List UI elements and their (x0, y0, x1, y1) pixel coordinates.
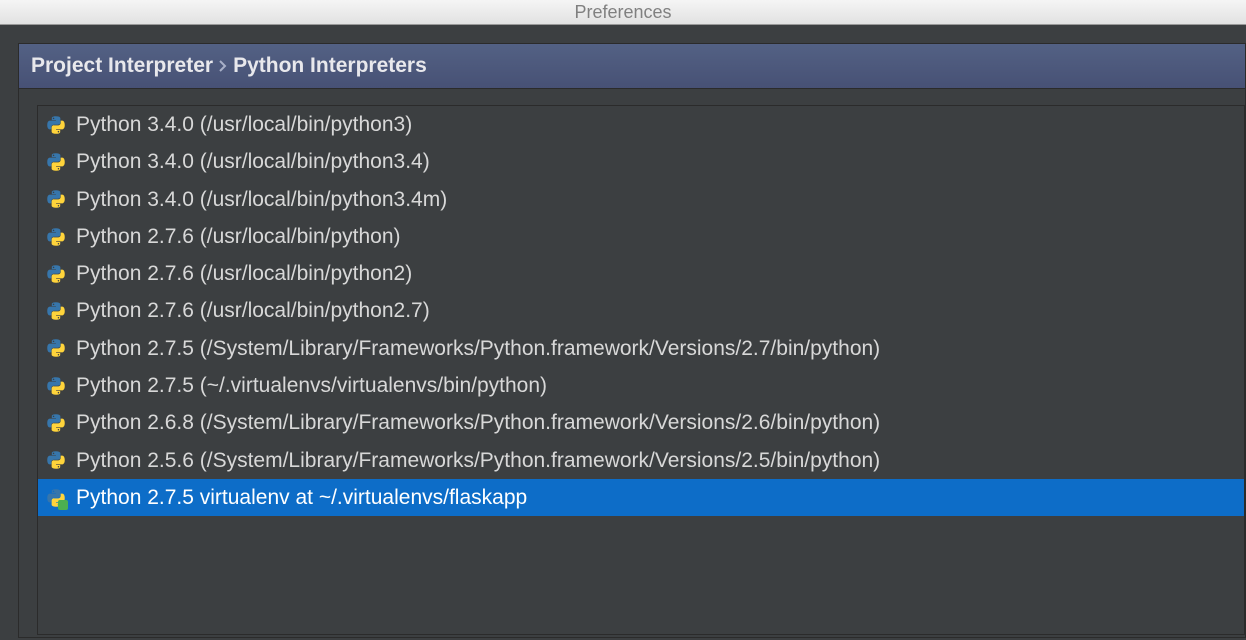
python-icon (46, 152, 66, 172)
python-icon (46, 338, 66, 358)
interpreter-label: Python 2.5.6 (/System/Library/Frameworks… (76, 447, 880, 474)
interpreter-label: Python 2.7.5 virtualenv at ~/.virtualenv… (76, 484, 527, 511)
preferences-panel: Project Interpreter Python Interpreters … (18, 43, 1246, 638)
chevron-right-icon (219, 60, 227, 72)
python-icon (46, 413, 66, 433)
interpreter-row[interactable]: Python 2.7.5 (/System/Library/Frameworks… (38, 330, 1244, 367)
interpreter-row[interactable]: Python 3.4.0 (/usr/local/bin/python3) (38, 106, 1244, 143)
interpreter-row[interactable]: Python 2.6.8 (/System/Library/Frameworks… (38, 404, 1244, 441)
breadcrumb-part-1[interactable]: Project Interpreter (31, 54, 213, 78)
interpreter-row[interactable]: Python 2.7.6 (/usr/local/bin/python) (38, 218, 1244, 255)
interpreter-label: Python 3.4.0 (/usr/local/bin/python3) (76, 111, 412, 138)
python-virtualenv-icon (46, 488, 66, 508)
interpreter-label: Python 2.6.8 (/System/Library/Frameworks… (76, 409, 880, 436)
python-icon (46, 227, 66, 247)
interpreter-row[interactable]: Python 2.7.5 (~/.virtualenvs/virtualenvs… (38, 367, 1244, 404)
interpreter-row[interactable]: Python 2.7.6 (/usr/local/bin/python2.7) (38, 292, 1244, 329)
python-icon (46, 189, 66, 209)
interpreter-label: Python 2.7.6 (/usr/local/bin/python) (76, 223, 401, 250)
interpreter-list: Python 3.4.0 (/usr/local/bin/python3) Py… (37, 105, 1245, 635)
python-icon (46, 264, 66, 284)
python-icon (46, 450, 66, 470)
interpreter-row[interactable]: Python 2.5.6 (/System/Library/Frameworks… (38, 442, 1244, 479)
interpreter-row[interactable]: Python 2.7.6 (/usr/local/bin/python2) (38, 255, 1244, 292)
interpreter-row[interactable]: Python 2.7.5 virtualenv at ~/.virtualenv… (38, 479, 1244, 516)
interpreter-row[interactable]: Python 3.4.0 (/usr/local/bin/python3.4m) (38, 181, 1244, 218)
interpreter-label: Python 2.7.6 (/usr/local/bin/python2) (76, 260, 412, 287)
interpreter-label: Python 2.7.6 (/usr/local/bin/python2.7) (76, 297, 430, 324)
window-title-bar: Preferences (0, 0, 1246, 25)
window-title: Preferences (574, 2, 671, 23)
python-icon (46, 115, 66, 135)
python-icon (46, 376, 66, 396)
breadcrumb: Project Interpreter Python Interpreters (19, 44, 1245, 89)
interpreter-row[interactable]: Python 3.4.0 (/usr/local/bin/python3.4) (38, 143, 1244, 180)
interpreter-label: Python 3.4.0 (/usr/local/bin/python3.4m) (76, 186, 447, 213)
interpreter-label: Python 2.7.5 (/System/Library/Frameworks… (76, 335, 880, 362)
python-icon (46, 301, 66, 321)
interpreter-label: Python 2.7.5 (~/.virtualenvs/virtualenvs… (76, 372, 547, 399)
breadcrumb-part-2[interactable]: Python Interpreters (233, 54, 427, 78)
interpreter-label: Python 3.4.0 (/usr/local/bin/python3.4) (76, 148, 430, 175)
